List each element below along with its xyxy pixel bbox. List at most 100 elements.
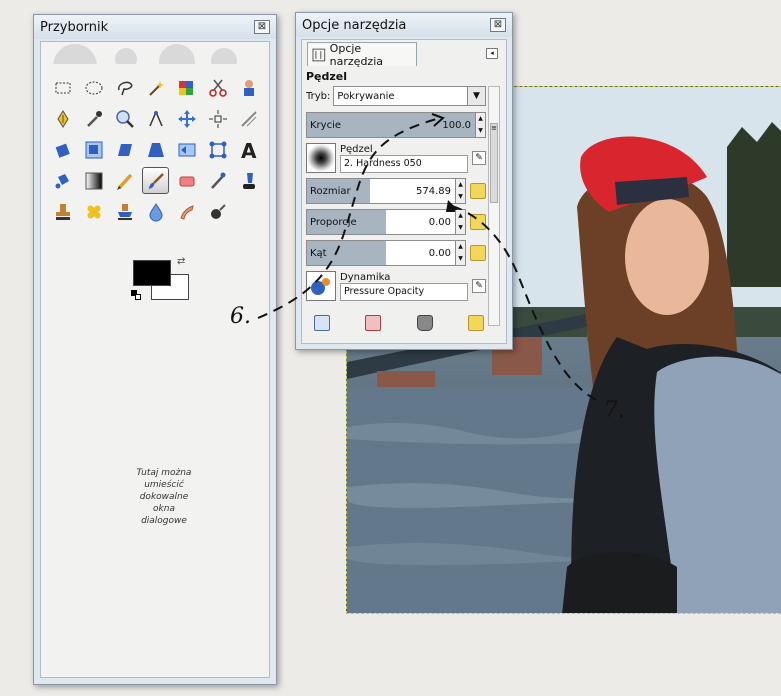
paintbrush-options: Pędzel Tryb: Pokrywanie ▼ Krycie 100.0 ▲…: [306, 70, 486, 306]
scissors-select-tool[interactable]: [204, 74, 231, 101]
ellipse-select-icon: [85, 81, 102, 94]
toolbox-window: Przybornik ⊠ A ⇄ Tutaj można umieścić do…: [33, 14, 277, 685]
tab-label: Opcje narzędzia: [329, 41, 384, 68]
scale-tool[interactable]: [80, 136, 107, 163]
chevron-down-icon[interactable]: ▼: [467, 87, 485, 105]
aspect-spinner[interactable]: ▲ ▼: [455, 210, 465, 234]
angle-reset-icon[interactable]: [470, 245, 486, 261]
tool-options-tab-icon: [312, 48, 326, 61]
eraser-tool[interactable]: [173, 167, 200, 194]
size-slider[interactable]: Rozmiar 574.89 ▲ ▼: [306, 178, 466, 204]
gradient-icon: [85, 172, 102, 189]
shear-tool[interactable]: [111, 136, 138, 163]
dynamics-edit-icon[interactable]: ✎: [472, 279, 486, 293]
water-drop-icon: [148, 202, 163, 221]
rect-select-icon: [55, 82, 70, 93]
toolbox-title-bar[interactable]: Przybornik ⊠: [34, 15, 276, 39]
opacity-label: Krycie: [310, 119, 342, 131]
options-scrollbar[interactable]: ≡: [488, 86, 500, 326]
dodge-burn-tool[interactable]: [204, 198, 231, 225]
ink-pen-icon: [242, 172, 255, 189]
dynamics-name-field[interactable]: Pressure Opacity: [340, 282, 468, 301]
flip-tool[interactable]: [173, 136, 200, 163]
aspect-slider[interactable]: Proporcje 0.00 ▲ ▼: [306, 209, 466, 235]
bucket-fill-tool[interactable]: [49, 167, 76, 194]
angle-row: Kąt 0.00 ▲ ▼: [306, 240, 486, 266]
measure-tool[interactable]: [142, 105, 169, 132]
crop-tool[interactable]: [235, 105, 262, 132]
heal-tool[interactable]: [80, 198, 107, 225]
shear-icon: [117, 143, 132, 156]
dock-hint-text: Tutaj można umieścić dokowalne okna dial…: [136, 468, 192, 526]
foreground-select-icon: [243, 79, 254, 96]
wilber-drop-area[interactable]: [41, 42, 269, 64]
opacity-slider[interactable]: Krycie 100.0 ▲ ▼: [306, 112, 486, 138]
move-tool[interactable]: [173, 105, 200, 132]
mode-value: Pokrywanie: [337, 90, 395, 102]
paintbrush-tool[interactable]: [142, 167, 169, 194]
smudge-finger-icon: [179, 204, 194, 220]
color-select-icon: [178, 80, 193, 95]
brush-row: Pędzel 2. Hardness 050 ✎: [306, 143, 486, 173]
angle-slider[interactable]: Kąt 0.00 ▲ ▼: [306, 240, 466, 266]
blur-sharpen-tool[interactable]: [142, 198, 169, 225]
brush-preview-button[interactable]: [306, 143, 336, 173]
perspective-tool[interactable]: [142, 136, 169, 163]
opacity-spinner[interactable]: ▲ ▼: [475, 113, 485, 137]
lasso-icon: [117, 81, 132, 95]
angle-spinner[interactable]: ▲ ▼: [455, 241, 465, 265]
toolbox-title: Przybornik: [40, 19, 109, 35]
blend-tool[interactable]: [80, 167, 107, 194]
foreground-select-tool[interactable]: [235, 74, 262, 101]
align-icon: [208, 109, 227, 128]
cage-transform-tool[interactable]: [204, 136, 231, 163]
fuzzy-select-tool[interactable]: [142, 74, 169, 101]
rotate-tool[interactable]: [49, 136, 76, 163]
paths-tool[interactable]: [49, 105, 76, 132]
default-colors-icon[interactable]: [131, 290, 141, 300]
tool-options-close-button[interactable]: ⊠: [490, 18, 506, 32]
dynamics-info: Dynamika Pressure Opacity: [340, 272, 468, 301]
size-spinner[interactable]: ▲ ▼: [455, 179, 465, 203]
mode-row: Tryb: Pokrywanie ▼: [306, 86, 486, 106]
save-options-icon[interactable]: [314, 315, 330, 331]
tool-grid: A: [49, 74, 266, 229]
reset-options-icon[interactable]: [467, 315, 484, 331]
foreground-color-swatch[interactable]: [133, 260, 171, 286]
pencil-tool[interactable]: [111, 167, 138, 194]
text-tool[interactable]: A: [235, 136, 262, 163]
tab-tool-options[interactable]: Opcje narzędzia: [307, 41, 417, 68]
airbrush-tool[interactable]: [204, 167, 231, 194]
move-arrows-icon: [177, 109, 196, 128]
color-picker-tool[interactable]: [80, 105, 107, 132]
perspective-clone-tool[interactable]: [111, 198, 138, 225]
clone-tool[interactable]: [49, 198, 76, 225]
paintbrush-icon: [148, 172, 164, 189]
text-a-icon: A: [241, 140, 257, 160]
smudge-tool[interactable]: [173, 198, 200, 225]
aspect-reset-icon[interactable]: [470, 214, 486, 230]
free-select-tool[interactable]: [111, 74, 138, 101]
tool-options-title-bar[interactable]: Opcje narzędzia ⊠: [296, 13, 512, 37]
brush-label: Pędzel: [340, 143, 373, 155]
toolbox-close-button[interactable]: ⊠: [254, 20, 270, 34]
restore-options-icon[interactable]: [365, 315, 382, 331]
select-by-color-tool[interactable]: [173, 74, 200, 101]
ellipse-select-tool[interactable]: [80, 74, 107, 101]
mode-select[interactable]: Pokrywanie ▼: [333, 86, 486, 106]
flip-icon: [178, 143, 195, 156]
dynamics-preview-button[interactable]: [306, 271, 336, 301]
tab-menu-button[interactable]: ◂: [486, 48, 498, 59]
size-reset-icon[interactable]: [470, 183, 486, 199]
rect-select-tool[interactable]: [49, 74, 76, 101]
ink-tool[interactable]: [235, 167, 262, 194]
brush-edit-icon[interactable]: ✎: [472, 151, 486, 165]
delete-options-icon[interactable]: [416, 315, 433, 331]
tool-options-panel: Opcje narzędzia ◂ Pędzel Tryb: Pokrywani…: [301, 39, 507, 344]
swap-colors-icon[interactable]: ⇄: [177, 256, 185, 267]
scrollbar-thumb[interactable]: ≡: [490, 123, 498, 203]
brush-name-field[interactable]: 2. Hardness 050: [340, 154, 468, 173]
align-tool[interactable]: [204, 105, 231, 132]
eyedropper-icon: [86, 110, 102, 127]
zoom-tool[interactable]: [111, 105, 138, 132]
